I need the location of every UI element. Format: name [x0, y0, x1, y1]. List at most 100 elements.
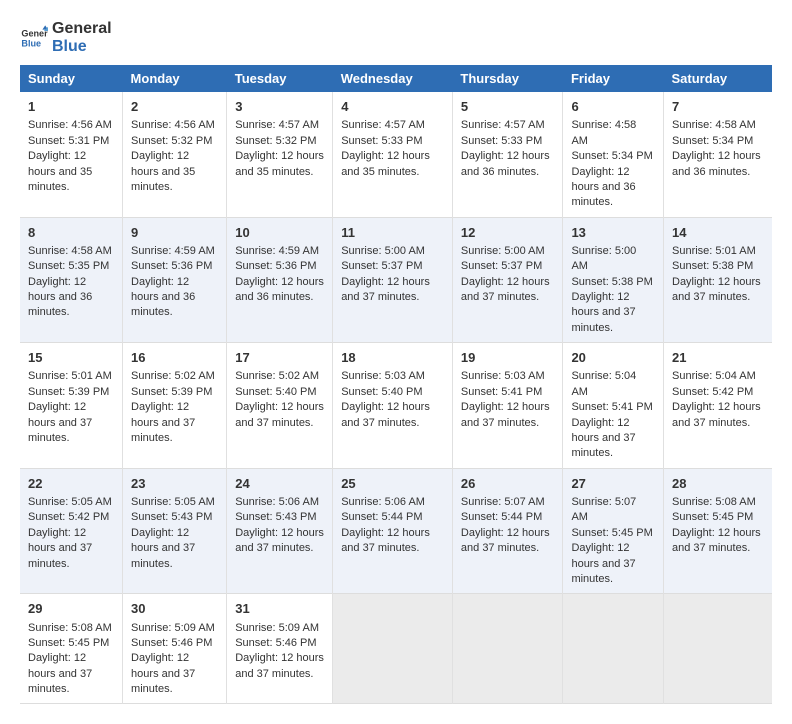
sunrise-text: Sunrise: 5:01 AM	[28, 369, 114, 384]
week-row-1: 1Sunrise: 4:56 AMSunset: 5:31 PMDaylight…	[20, 92, 772, 217]
daylight-text: Daylight: 12 hours and 37 minutes.	[341, 526, 444, 557]
sunrise-text: Sunrise: 5:02 AM	[131, 369, 218, 384]
sunrise-text: Sunrise: 4:59 AM	[131, 244, 218, 259]
calendar-cell: 10Sunrise: 4:59 AMSunset: 5:36 PMDayligh…	[227, 217, 333, 343]
sunset-text: Sunset: 5:46 PM	[235, 636, 324, 651]
daylight-text: Daylight: 12 hours and 37 minutes.	[131, 651, 218, 697]
calendar-cell: 22Sunrise: 5:05 AMSunset: 5:42 PMDayligh…	[20, 468, 123, 594]
sunrise-text: Sunrise: 4:56 AM	[28, 118, 114, 133]
sunset-text: Sunset: 5:34 PM	[571, 149, 655, 164]
daylight-text: Daylight: 12 hours and 36 minutes.	[672, 149, 764, 180]
day-number: 21	[672, 349, 764, 367]
daylight-text: Daylight: 12 hours and 37 minutes.	[461, 275, 555, 306]
daylight-text: Daylight: 12 hours and 36 minutes.	[461, 149, 555, 180]
daylight-text: Daylight: 12 hours and 37 minutes.	[341, 400, 444, 431]
sunset-text: Sunset: 5:46 PM	[131, 636, 218, 651]
sunrise-text: Sunrise: 5:01 AM	[672, 244, 764, 259]
calendar-cell: 26Sunrise: 5:07 AMSunset: 5:44 PMDayligh…	[452, 468, 563, 594]
day-number: 25	[341, 475, 444, 493]
calendar-cell: 15Sunrise: 5:01 AMSunset: 5:39 PMDayligh…	[20, 343, 123, 469]
calendar-cell: 1 Sunrise: 4:56 AMSunset: 5:31 PMDaylight…	[20, 92, 123, 217]
calendar-cell: 9 Sunrise: 4:59 AMSunset: 5:36 PMDaylight…	[123, 217, 227, 343]
daylight-text: Daylight: 12 hours and 37 minutes.	[571, 416, 655, 462]
day-number: 13	[571, 224, 655, 242]
sunset-text: Sunset: 5:40 PM	[235, 385, 324, 400]
calendar-table: SundayMondayTuesdayWednesdayThursdayFrid…	[20, 65, 772, 704]
sunset-text: Sunset: 5:41 PM	[571, 400, 655, 415]
sunset-text: Sunset: 5:37 PM	[341, 259, 444, 274]
day-number: 23	[131, 475, 218, 493]
daylight-text: Daylight: 12 hours and 36 minutes.	[131, 275, 218, 321]
daylight-text: Daylight: 12 hours and 37 minutes.	[571, 290, 655, 336]
sunrise-text: Sunrise: 5:00 AM	[571, 244, 655, 275]
sunrise-text: Sunrise: 5:03 AM	[461, 369, 555, 384]
day-number: 22	[28, 475, 114, 493]
svg-text:Blue: Blue	[21, 38, 41, 48]
header-wednesday: Wednesday	[333, 65, 453, 92]
sunset-text: Sunset: 5:44 PM	[341, 510, 444, 525]
calendar-cell: 14Sunrise: 5:01 AMSunset: 5:38 PMDayligh…	[664, 217, 773, 343]
day-number: 7	[672, 98, 764, 116]
sunset-text: Sunset: 5:36 PM	[131, 259, 218, 274]
sunrise-text: Sunrise: 5:08 AM	[28, 621, 114, 636]
daylight-text: Daylight: 12 hours and 37 minutes.	[28, 400, 114, 446]
sunrise-text: Sunrise: 5:09 AM	[131, 621, 218, 636]
sunrise-text: Sunrise: 5:06 AM	[235, 495, 324, 510]
day-number: 29	[28, 600, 114, 618]
calendar-header-row: SundayMondayTuesdayWednesdayThursdayFrid…	[20, 65, 772, 92]
sunrise-text: Sunrise: 4:58 AM	[571, 118, 655, 149]
calendar-cell: 3Sunrise: 4:57 AMSunset: 5:32 PMDaylight…	[227, 92, 333, 217]
page-header: General Blue General Blue	[20, 20, 772, 55]
sunset-text: Sunset: 5:45 PM	[672, 510, 764, 525]
week-row-4: 22Sunrise: 5:05 AMSunset: 5:42 PMDayligh…	[20, 468, 772, 594]
svg-text:General: General	[21, 28, 48, 38]
day-number: 9	[131, 224, 218, 242]
sunrise-text: Sunrise: 5:07 AM	[571, 495, 655, 526]
daylight-text: Daylight: 12 hours and 37 minutes.	[131, 526, 218, 572]
day-number: 5	[461, 98, 555, 116]
header-thursday: Thursday	[452, 65, 563, 92]
sunset-text: Sunset: 5:36 PM	[235, 259, 324, 274]
sunset-text: Sunset: 5:32 PM	[131, 134, 218, 149]
sunset-text: Sunset: 5:31 PM	[28, 134, 114, 149]
sunrise-text: Sunrise: 4:58 AM	[28, 244, 114, 259]
sunset-text: Sunset: 5:43 PM	[131, 510, 218, 525]
sunrise-text: Sunrise: 5:02 AM	[235, 369, 324, 384]
calendar-cell: 6Sunrise: 4:58 AMSunset: 5:34 PMDaylight…	[563, 92, 664, 217]
sunrise-text: Sunrise: 5:03 AM	[341, 369, 444, 384]
daylight-text: Daylight: 12 hours and 35 minutes.	[235, 149, 324, 180]
day-number: 20	[571, 349, 655, 367]
day-number: 24	[235, 475, 324, 493]
daylight-text: Daylight: 12 hours and 37 minutes.	[571, 541, 655, 587]
sunrise-text: Sunrise: 5:06 AM	[341, 495, 444, 510]
daylight-text: Daylight: 12 hours and 35 minutes.	[341, 149, 444, 180]
daylight-text: Daylight: 12 hours and 37 minutes.	[672, 275, 764, 306]
daylight-text: Daylight: 12 hours and 37 minutes.	[235, 651, 324, 682]
sunset-text: Sunset: 5:42 PM	[28, 510, 114, 525]
day-number: 6	[571, 98, 655, 116]
day-number: 18	[341, 349, 444, 367]
sunrise-text: Sunrise: 5:04 AM	[672, 369, 764, 384]
day-number: 14	[672, 224, 764, 242]
sunset-text: Sunset: 5:43 PM	[235, 510, 324, 525]
day-number: 10	[235, 224, 324, 242]
sunset-text: Sunset: 5:42 PM	[672, 385, 764, 400]
day-number: 26	[461, 475, 555, 493]
sunset-text: Sunset: 5:45 PM	[571, 526, 655, 541]
daylight-text: Daylight: 12 hours and 37 minutes.	[235, 526, 324, 557]
sunrise-text: Sunrise: 4:58 AM	[672, 118, 764, 133]
sunrise-text: Sunrise: 4:57 AM	[341, 118, 444, 133]
header-monday: Monday	[123, 65, 227, 92]
sunset-text: Sunset: 5:44 PM	[461, 510, 555, 525]
calendar-cell: 5Sunrise: 4:57 AMSunset: 5:33 PMDaylight…	[452, 92, 563, 217]
sunset-text: Sunset: 5:33 PM	[461, 134, 555, 149]
daylight-text: Daylight: 12 hours and 37 minutes.	[341, 275, 444, 306]
day-number: 1	[28, 98, 114, 116]
sunrise-text: Sunrise: 5:00 AM	[341, 244, 444, 259]
daylight-text: Daylight: 12 hours and 35 minutes.	[28, 149, 114, 195]
day-number: 16	[131, 349, 218, 367]
header-friday: Friday	[563, 65, 664, 92]
daylight-text: Daylight: 12 hours and 37 minutes.	[461, 526, 555, 557]
calendar-cell: 27Sunrise: 5:07 AMSunset: 5:45 PMDayligh…	[563, 468, 664, 594]
sunset-text: Sunset: 5:34 PM	[672, 134, 764, 149]
